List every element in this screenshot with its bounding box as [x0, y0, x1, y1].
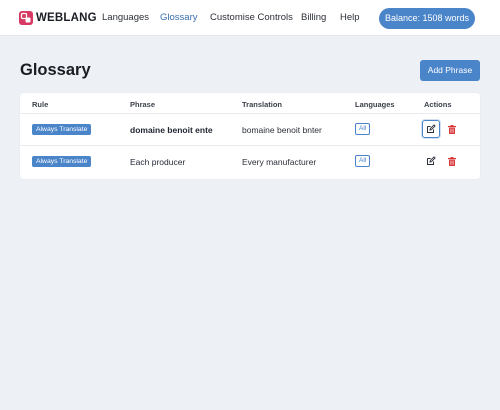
delete-button[interactable] [446, 121, 458, 137]
table-row: Always Translate domaine benoit ente bom… [20, 114, 480, 146]
column-header-languages: Languages [355, 100, 395, 109]
edit-icon [427, 124, 436, 133]
nav-languages[interactable]: Languages [102, 12, 149, 23]
column-header-phrase: Phrase [130, 100, 156, 109]
column-header-actions: Actions [424, 100, 452, 109]
phrase-text: Each producer [130, 157, 186, 167]
translation-text: bomaine benoit bnter [242, 125, 322, 135]
phrase-text: domaine benoit ente [130, 125, 213, 135]
trash-icon [448, 157, 456, 166]
delete-button[interactable] [446, 153, 458, 169]
page-title: Glossary [20, 61, 91, 79]
edit-button[interactable] [422, 120, 440, 138]
column-header-rule: Rule [32, 100, 49, 109]
weblang-logo-icon [19, 11, 33, 25]
rule-badge: Always Translate [32, 124, 92, 135]
top-navbar: WEBLANG Languages Glossary Customise Con… [0, 0, 500, 36]
table-row: Always Translate Each producer Every man… [20, 146, 480, 178]
nav-glossary[interactable]: Glossary [160, 12, 197, 23]
trash-icon [448, 125, 456, 134]
rule-badge: Always Translate [32, 156, 92, 167]
column-header-translation: Translation [242, 100, 283, 109]
nav-customise-controls[interactable]: Customise Controls [210, 12, 293, 23]
brand-name: WEBLANG [36, 12, 97, 24]
language-tag: All [355, 155, 371, 167]
nav-help[interactable]: Help [340, 12, 360, 23]
nav-billing[interactable]: Billing [301, 12, 326, 23]
glossary-table: Rule Phrase Translation Languages Action… [20, 93, 480, 179]
balance-button[interactable]: Balance: 1508 words [379, 8, 475, 29]
edit-icon [427, 156, 436, 165]
add-phrase-button[interactable]: Add Phrase [420, 60, 480, 81]
edit-button[interactable] [422, 152, 440, 170]
language-tag: All [355, 123, 371, 135]
translation-text: Every manufacturer [242, 157, 317, 167]
brand-logo[interactable]: WEBLANG [19, 11, 97, 25]
